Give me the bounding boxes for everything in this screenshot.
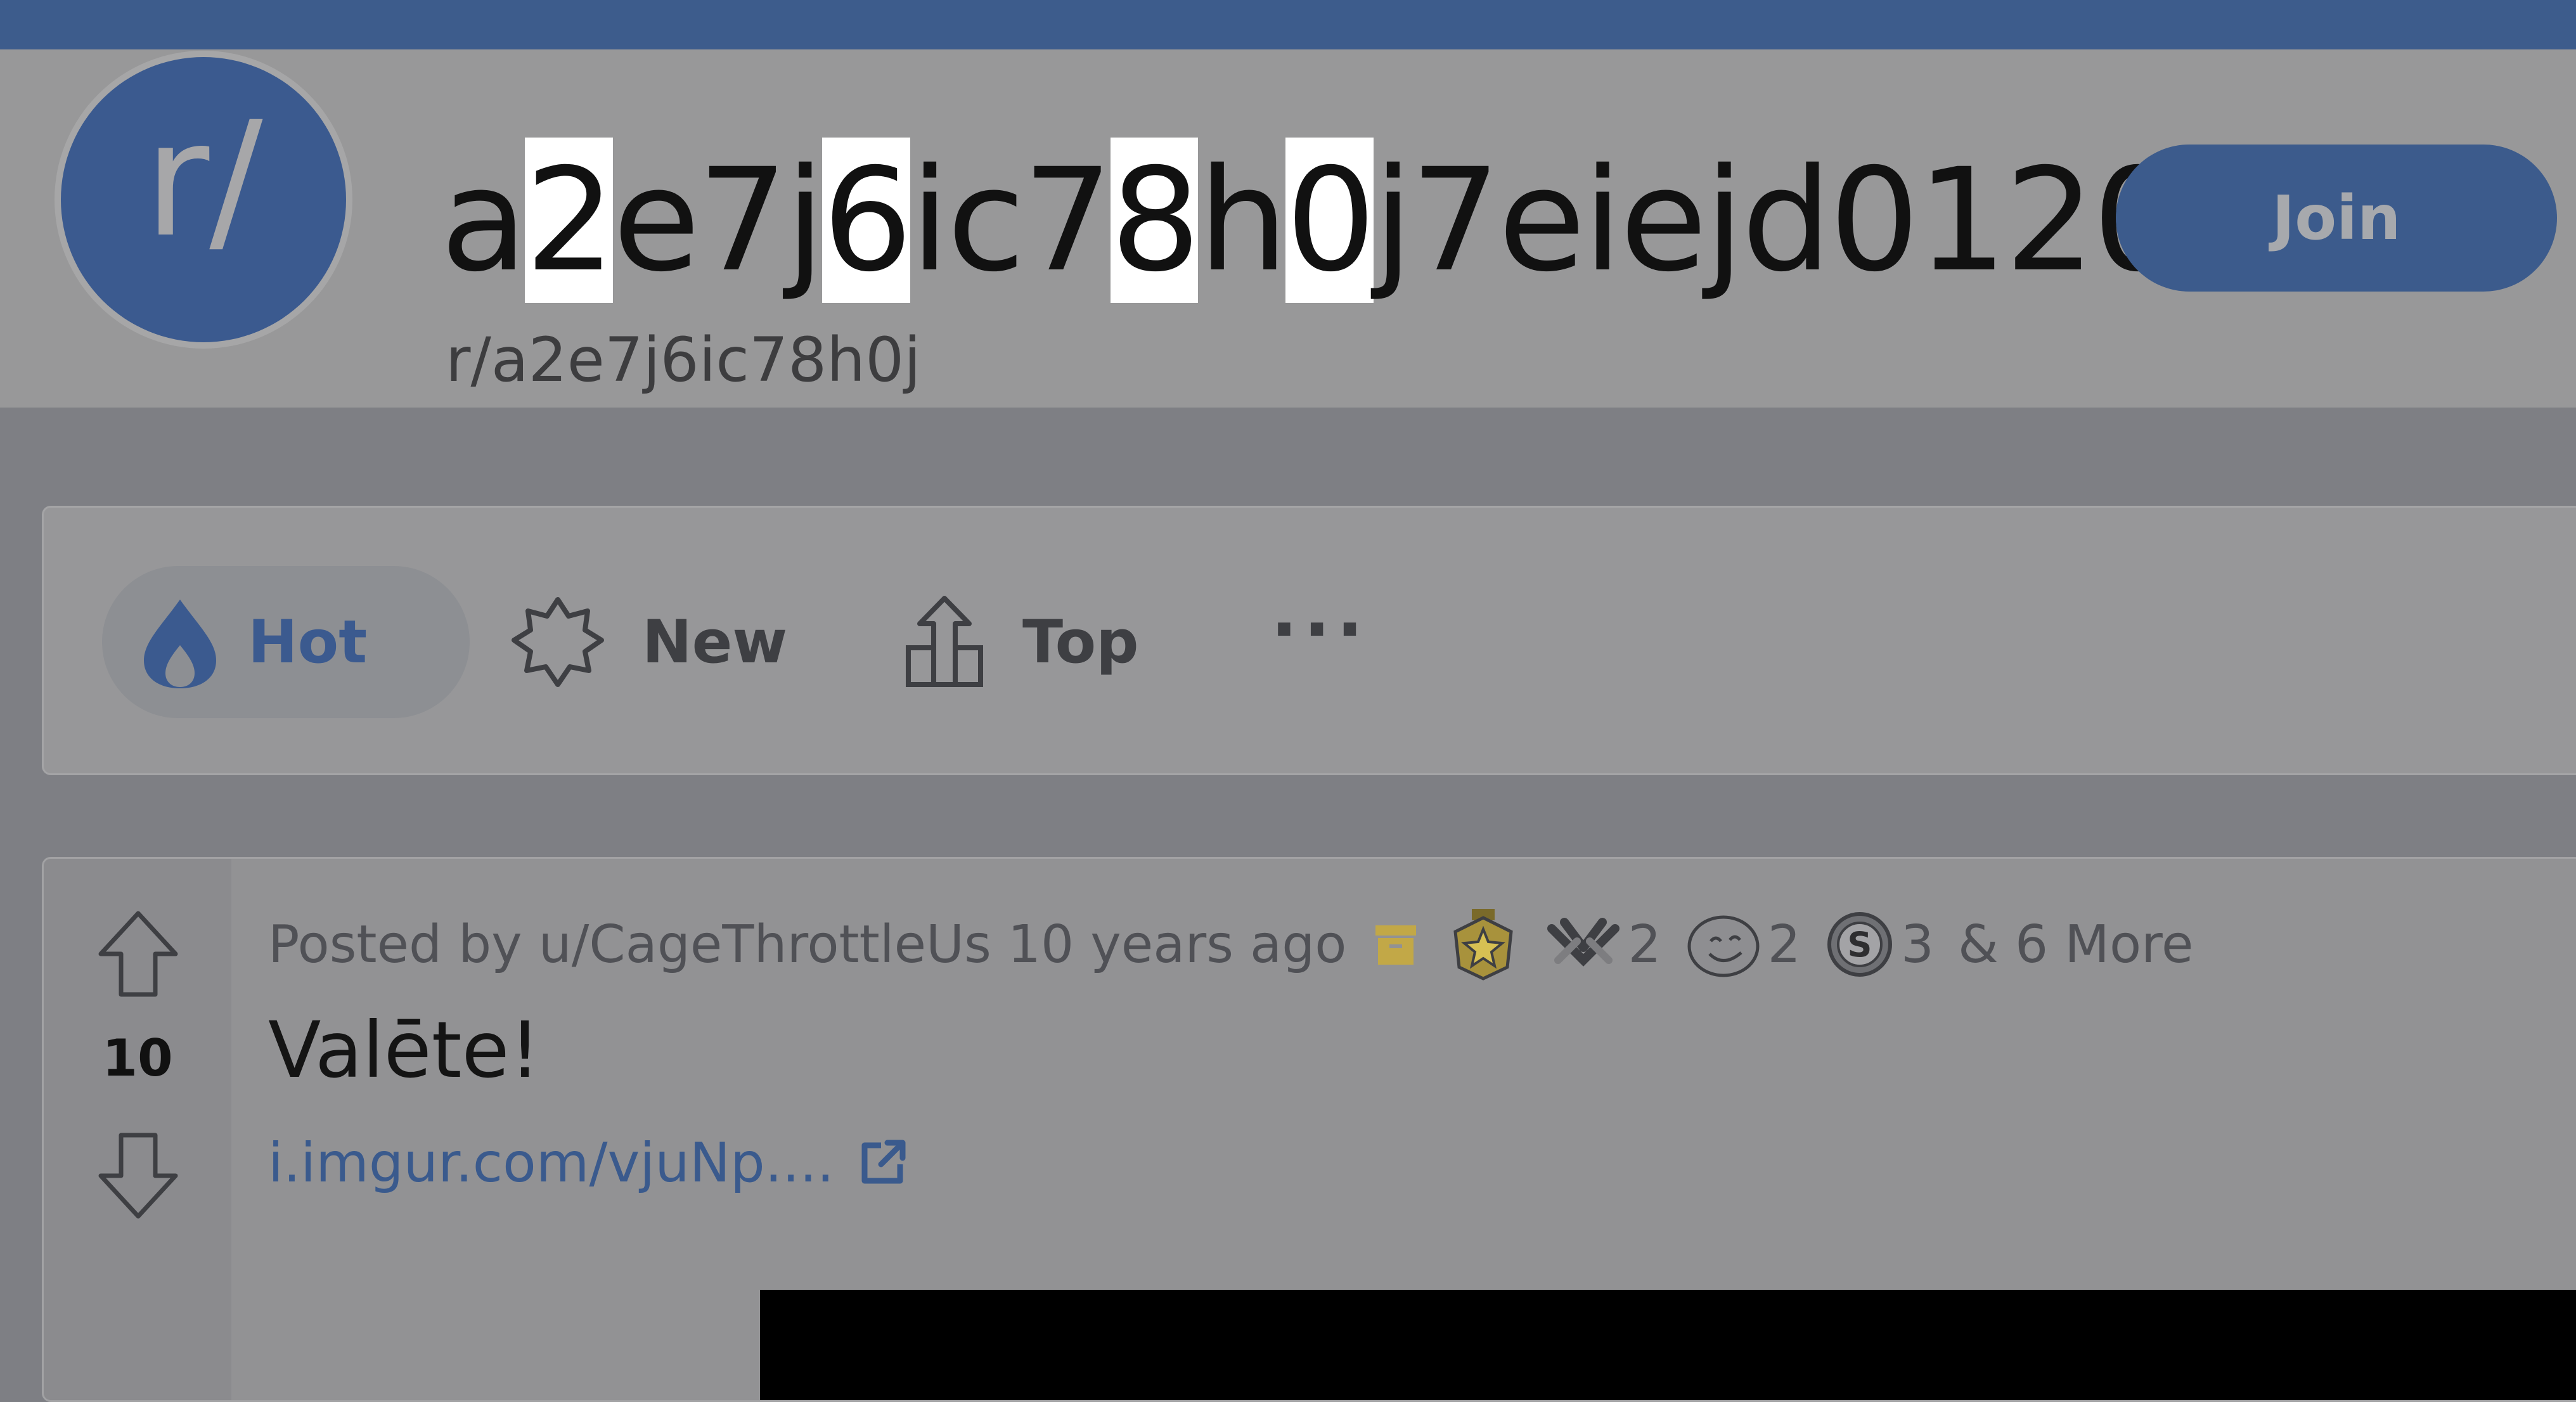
post-author-line[interactable]: Posted by u/CageThrottleUs 10 years ago [268,915,1346,975]
post-title[interactable]: Valēte! [268,1000,541,1101]
wholesome-hug-award-icon[interactable]: 2 [1545,910,1661,979]
top-podium-icon [906,596,983,687]
community-header: r/ a2e7j6ic78h0j7eiejd0120 r/a2e7j6ic78h… [0,49,2576,408]
post-link-text[interactable]: i.imgur.com/vjuNp.... [268,1131,834,1195]
downvote-arrow-icon[interactable] [97,1131,179,1220]
title-text-segment: h [1198,138,1288,303]
subreddit-logo-icon: r/ [144,87,263,272]
title-text-segment: e7j [612,138,825,303]
flame-icon [144,600,216,688]
gold-star-award-icon[interactable] [1445,906,1521,982]
upvote-arrow-icon[interactable] [97,910,179,998]
community-title: a2e7j6ic78h0j7eiejd0120 [441,125,2183,316]
top-banner [0,0,2576,49]
join-button[interactable]: Join [2116,145,2557,292]
sort-top-button[interactable]: Top [903,566,1139,718]
title-text-segment: ic7 [910,138,1113,303]
community-avatar[interactable]: r/ [61,57,346,342]
title-text-segment: a [441,138,527,303]
community-handle: r/a2e7j6ic78h0j [446,325,921,396]
title-highlighted-char: 0 [1285,138,1376,303]
title-highlighted-char: 8 [1110,138,1201,303]
title-text-segment: j7eiejd0120 [1373,138,2183,303]
more-options-icon: ··· [1271,589,1370,670]
post-card[interactable]: 10 Posted by u/CageThrottleUs 10 years a… [42,857,2576,1402]
svg-text:r/: r/ [144,87,263,272]
title-highlighted-char: 6 [822,138,913,303]
sort-more-button[interactable]: ··· [1271,566,1369,718]
vote-column: 10 [44,859,231,1400]
post-link[interactable]: i.imgur.com/vjuNp.... [268,1131,909,1195]
sort-bar: Hot New Top ··· [42,506,2576,775]
title-highlighted-char: 2 [525,138,615,303]
sort-new-label: New [642,607,788,677]
vote-score: 10 [102,1029,173,1088]
svg-text:S: S [1847,925,1872,965]
archive-icon [1370,919,1421,970]
post-media-preview[interactable] [760,1290,2576,1400]
sort-top-label: Top [1022,607,1139,677]
sort-hot-label: Hot [248,607,368,677]
more-awards-link[interactable]: & 6 More [1958,915,2194,975]
silver-coin-award-icon[interactable]: S 3 [1825,910,1934,979]
new-burst-icon [512,597,604,687]
sort-hot-button[interactable]: Hot [102,566,470,718]
post-meta: Posted by u/CageThrottleUs 10 years ago … [268,903,2194,986]
external-link-icon [861,1140,906,1184]
laughing-face-award-icon[interactable]: 2 [1685,910,1801,979]
sort-new-button[interactable]: New [510,566,787,718]
